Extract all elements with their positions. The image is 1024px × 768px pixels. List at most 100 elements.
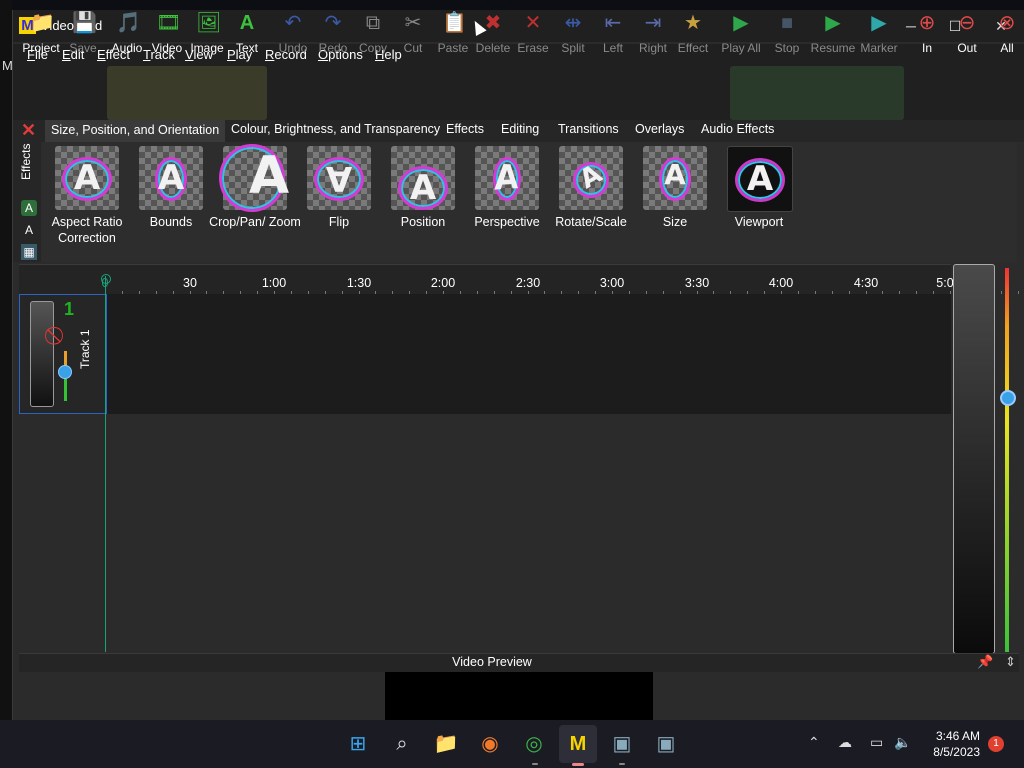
marker-button[interactable]: ▶ Marker <box>859 10 899 66</box>
track-1-lane[interactable] <box>19 294 951 414</box>
redo-button[interactable]: ↷ Redo <box>313 10 353 66</box>
redo-icon: ↷ <box>324 12 342 34</box>
notification-badge[interactable]: 1 <box>988 736 1004 752</box>
stop-button[interactable]: ■ Stop <box>767 10 807 66</box>
effect-bounds[interactable]: A Bounds <box>129 144 213 254</box>
resume-button[interactable]: ▶ Resume <box>811 10 856 66</box>
play-all-button[interactable]: ▶ Play All <box>721 10 761 66</box>
perspective-thumb: A <box>475 146 539 210</box>
tab-size-position[interactable]: Size, Position, and Orientation <box>45 120 226 142</box>
search-icon[interactable]: ⌕ <box>388 730 416 758</box>
tick-2-30: 2:30 <box>515 276 541 290</box>
zoom-all-button[interactable]: ⊗ All <box>987 10 1024 66</box>
stop-icon: ■ <box>780 12 794 34</box>
master-volume-knob[interactable] <box>1000 390 1016 406</box>
zoom-in-icon: ⊕ <box>918 12 936 34</box>
effect-size[interactable]: A Size <box>633 144 717 254</box>
add-text-button[interactable]: A Text <box>227 10 267 66</box>
cut-button[interactable]: ✂ Cut <box>393 10 433 66</box>
add-media-group <box>107 66 267 120</box>
effects-panel: A Aspect Ratio Correction A Bounds A Cro… <box>41 142 1017 262</box>
move-right-icon: ⇥ <box>644 12 662 34</box>
effects-side-label: Effects <box>19 143 33 180</box>
crop-pan-zoom-thumb: A <box>219 144 289 212</box>
video-effects-toggle-icon[interactable]: A <box>21 200 37 216</box>
taskbar: ⊞ ⌕ 📁 ◉ ◎ M ▣ ▣ ⌃ ☁ ▭ 🔈 3:46 AM 8/5/2023… <box>0 720 1024 768</box>
effect-rotate-scale[interactable]: A Rotate/Scale <box>549 144 633 254</box>
effect-aspect-ratio[interactable]: A Aspect Ratio Correction <box>45 144 129 254</box>
tab-effects[interactable]: Effects <box>446 122 484 136</box>
effect-perspective[interactable]: A Perspective <box>465 144 549 254</box>
effect-viewport[interactable]: A Viewport <box>717 144 801 254</box>
add-image-button[interactable]: 🖼 Image <box>187 10 227 66</box>
timeline-ruler[interactable]: 0 30 1:00 1:30 2:00 2:30 3:00 3:30 4:00 … <box>19 264 1019 295</box>
tick-2-00: 2:00 <box>430 276 456 290</box>
add-audio-button[interactable]: 🎵 Audio <box>107 10 147 66</box>
erase-button[interactable]: ✕ Erase <box>513 10 553 66</box>
add-video-button[interactable]: 🎞 Video <box>147 10 187 66</box>
project-button[interactable]: 📁 Project <box>21 10 61 66</box>
tick-4-00: 4:00 <box>768 276 794 290</box>
resize-icon[interactable]: ⇕ <box>1005 654 1016 670</box>
chrome-running-indicator <box>532 763 538 765</box>
paste-button[interactable]: 📋 Paste <box>433 10 473 66</box>
effect-button[interactable]: ★ Effect <box>673 10 713 66</box>
image-effects-toggle-icon[interactable]: ▦ <box>21 244 37 260</box>
effect-position[interactable]: A Position <box>381 144 465 254</box>
video-preview-bar[interactable]: Video Preview 📌 ⇕ <box>19 653 1019 672</box>
start-icon[interactable]: ⊞ <box>344 730 372 758</box>
save-button[interactable]: 💾 Save <box>63 10 103 66</box>
app-icon-2[interactable]: ▣ <box>652 730 680 758</box>
undo-button[interactable]: ↶ Undo <box>273 10 313 66</box>
file-explorer-icon[interactable]: 📁 <box>432 730 460 758</box>
ruler-minor-tick <box>1017 291 1019 294</box>
track-volume-fader[interactable] <box>30 301 54 407</box>
app-1-running-indicator <box>619 763 625 765</box>
tick-4-30: 4:30 <box>853 276 879 290</box>
chrome-icon[interactable]: ◎ <box>520 730 548 758</box>
video-preview-title: Video Preview <box>452 655 532 669</box>
track-volume-knob[interactable] <box>58 365 72 379</box>
close-effects-icon[interactable]: ✕ <box>21 120 36 141</box>
tab-overlays[interactable]: Overlays <box>635 122 684 136</box>
zoom-in-button[interactable]: ⊕ In <box>907 10 947 66</box>
project-icon: 📁 <box>30 12 55 34</box>
firefox-icon[interactable]: ◉ <box>476 730 504 758</box>
pin-icon[interactable]: 📌 <box>977 654 993 670</box>
playhead-handle[interactable] <box>101 274 111 284</box>
tick-1-30: 1:30 <box>346 276 372 290</box>
copy-button[interactable]: ⧉ Copy <box>353 10 393 66</box>
tab-audio-effects[interactable]: Audio Effects <box>701 122 774 136</box>
tick-3-30: 3:30 <box>684 276 710 290</box>
text-effects-toggle-icon[interactable]: A <box>21 222 37 238</box>
volume-icon[interactable]: 🔈 <box>894 734 911 751</box>
split-button[interactable]: ⇹ Split <box>553 10 593 66</box>
cloud-offline-icon[interactable]: ☁ <box>838 734 852 751</box>
aspect-ratio-thumb: A <box>55 146 119 210</box>
rotate-scale-thumb: A <box>559 146 623 210</box>
track-1-header[interactable]: 1 ⃠ Track 1 <box>19 294 107 414</box>
zoom-all-icon: ⊗ <box>998 12 1016 34</box>
flip-thumb: A <box>307 146 371 210</box>
active-app-indicator <box>572 763 584 766</box>
timeline-empty-area <box>19 414 951 652</box>
videomeld-taskbar-icon[interactable]: M <box>564 730 592 758</box>
move-left-button[interactable]: ⇤ Left <box>593 10 633 66</box>
tab-transitions[interactable]: Transitions <box>558 122 619 136</box>
tray-overflow-icon[interactable]: ⌃ <box>808 734 820 751</box>
video-preview-screen <box>385 672 653 720</box>
network-icon[interactable]: ▭ <box>870 734 883 751</box>
effect-crop-pan-zoom[interactable]: A Crop/Pan/ Zoom <box>209 144 301 254</box>
tab-editing[interactable]: Editing <box>501 122 539 136</box>
tick-3-00: 3:00 <box>599 276 625 290</box>
playhead-line[interactable] <box>105 276 106 652</box>
effect-flip[interactable]: A Flip <box>297 144 381 254</box>
bounds-thumb: A <box>139 146 203 210</box>
app-icon-1[interactable]: ▣ <box>608 730 636 758</box>
tab-colour-brightness[interactable]: Colour, Brightness, and Transparency <box>231 122 440 136</box>
system-clock[interactable]: 3:46 AM 8/5/2023 <box>920 728 980 760</box>
viewport-thumb: A <box>727 146 793 212</box>
move-right-button[interactable]: ⇥ Right <box>633 10 673 66</box>
tick-1-00: 1:00 <box>261 276 287 290</box>
zoom-out-button[interactable]: ⊖ Out <box>947 10 987 66</box>
